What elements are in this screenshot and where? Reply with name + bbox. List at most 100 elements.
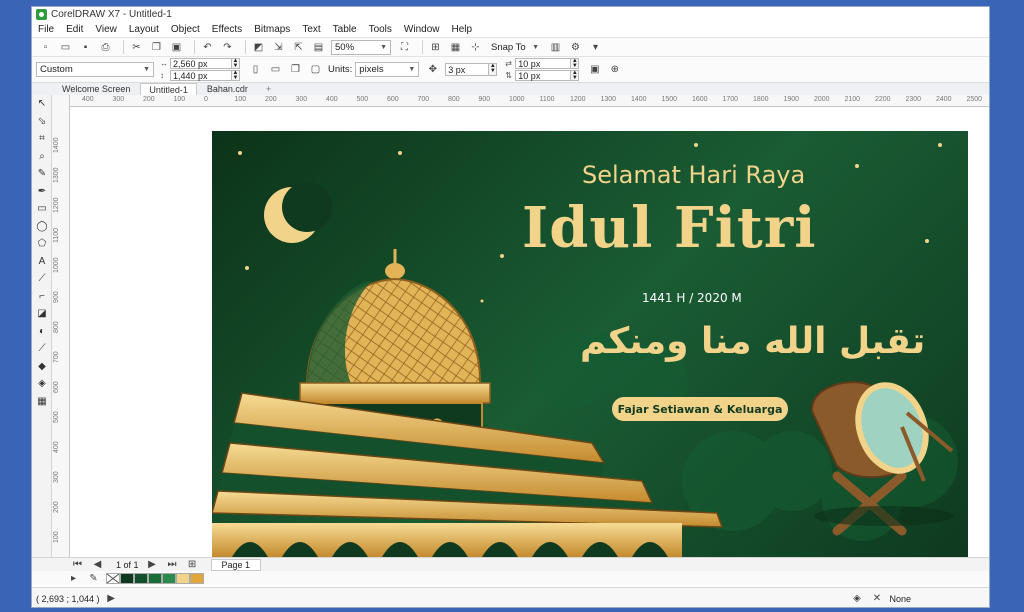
parallel-dimension-icon[interactable]: ⟋: [32, 270, 52, 288]
current-page-icon[interactable]: ▢: [308, 62, 323, 77]
toolbar-divider: [422, 40, 423, 54]
drop-shadow-icon[interactable]: ◪: [32, 305, 52, 323]
swatch-gold[interactable]: [190, 572, 204, 584]
add-icon[interactable]: ⊕: [607, 62, 622, 77]
full-screen-icon[interactable]: ⛶: [397, 40, 412, 55]
portrait-icon[interactable]: ▯: [248, 62, 263, 77]
tab-bahan-cdr[interactable]: Bahan.cdr: [199, 83, 256, 95]
vertical-ruler[interactable]: 1400 1300 1200 1100 1000 900 800 700 600 500 400 30…: [52, 95, 70, 557]
ruler-tick-label: 1800: [753, 96, 769, 103]
swatch-green[interactable]: [148, 572, 162, 584]
width-spinner[interactable]: ▲ ▼: [232, 58, 240, 69]
palette-menu-icon[interactable]: ▸: [66, 571, 81, 586]
text-tool-icon[interactable]: A: [32, 253, 52, 271]
tab-untitled-1[interactable]: Untitled-1: [140, 83, 197, 95]
swatch-cream[interactable]: [176, 572, 190, 584]
undo-icon[interactable]: ↶: [200, 40, 215, 55]
rulers-icon[interactable]: ⊞: [428, 40, 443, 55]
application-launcher-icon[interactable]: ▾: [588, 40, 603, 55]
options-icon[interactable]: ⚙: [568, 40, 583, 55]
eyedropper-icon[interactable]: ✎: [86, 571, 101, 586]
menu-window[interactable]: Window: [404, 24, 440, 35]
menu-file[interactable]: File: [38, 24, 54, 35]
eyedropper-icon[interactable]: ⟋: [32, 340, 52, 358]
rectangle-tool-icon[interactable]: ▭: [32, 200, 52, 218]
page-width-field[interactable]: 2,560 px: [170, 58, 232, 69]
menu-tools[interactable]: Tools: [369, 24, 392, 35]
interactive-fill-icon[interactable]: ◆: [32, 358, 52, 376]
open-icon[interactable]: ▭: [58, 40, 73, 55]
page-tab[interactable]: Page 1: [210, 558, 262, 571]
welcome-screen-icon[interactable]: ▥: [548, 40, 563, 55]
height-spinner[interactable]: ▲ ▼: [232, 70, 240, 81]
artboard-page[interactable]: Selamat Hari Raya Idul Fitri 1441 H / 20…: [212, 131, 968, 557]
connector-tool-icon[interactable]: ⌐: [32, 288, 52, 306]
cut-icon[interactable]: ✂: [129, 40, 144, 55]
tab-welcome-screen[interactable]: Welcome Screen: [54, 83, 138, 95]
shape-tool-icon[interactable]: ⬂: [32, 113, 52, 131]
page-last-icon[interactable]: ⏭: [165, 557, 180, 572]
drawing-canvas[interactable]: Selamat Hari Raya Idul Fitri 1441 H / 20…: [70, 107, 989, 557]
menu-edit[interactable]: Edit: [66, 24, 83, 35]
menu-effects[interactable]: Effects: [212, 24, 242, 35]
nudge-spinner[interactable]: ▲ ▼: [489, 63, 498, 76]
landscape-icon[interactable]: ▭: [268, 62, 283, 77]
smart-fill-icon[interactable]: ◈: [32, 375, 52, 393]
nudge-distance-field[interactable]: 3 px: [445, 63, 490, 76]
transparency-tool-icon[interactable]: ◐: [32, 323, 52, 341]
swatch-light-green[interactable]: [162, 572, 176, 584]
artistic-media-icon[interactable]: ✒: [32, 183, 52, 201]
ruler-tick-label: 1400: [53, 137, 60, 153]
duplicate-x-spinner[interactable]: ▲ ▼: [571, 58, 580, 69]
grid-icon[interactable]: ▦: [448, 40, 463, 55]
crop-tool-icon[interactable]: ⌗: [32, 130, 52, 148]
toolbox: ↖ ⬂ ⌗ ⌕ ✎ ✒ ▭ ◯ ⬠ A ⟋ ⌐ ◪ ◐ ⟋ ◆ ◈ ▦: [32, 95, 52, 557]
swatch-forest-green[interactable]: [134, 572, 148, 584]
page-height-field[interactable]: 1,440 px: [170, 70, 232, 81]
duplicate-y-spinner[interactable]: ▲ ▼: [571, 70, 580, 81]
import-icon[interactable]: ⇲: [271, 40, 286, 55]
menu-view[interactable]: View: [95, 24, 117, 35]
zoom-tool-icon[interactable]: ⌕: [32, 148, 52, 166]
zoom-select[interactable]: 50% ▼: [331, 39, 391, 55]
horizontal-ruler[interactable]: 400 300 200 100 0 100 200 300 400 500 600 700 800 900…: [70, 95, 989, 107]
duplicate-y-field[interactable]: 10 px: [515, 70, 572, 81]
copy-icon[interactable]: ❐: [149, 40, 164, 55]
coreldraw-window: CorelDRAW X7 - Untitled-1 File Edit View…: [31, 6, 990, 608]
ruler-tick-label: 300: [53, 471, 60, 483]
add-page-icon[interactable]: ⊞: [185, 557, 200, 572]
redo-icon[interactable]: ↷: [220, 40, 235, 55]
search-content-icon[interactable]: ◩: [251, 40, 266, 55]
mesh-fill-icon[interactable]: ▦: [32, 393, 52, 411]
polygon-tool-icon[interactable]: ⬠: [32, 235, 52, 253]
menu-help[interactable]: Help: [452, 24, 473, 35]
menu-text[interactable]: Text: [302, 24, 320, 35]
no-color-swatch[interactable]: [106, 572, 120, 584]
export-icon[interactable]: ⇱: [291, 40, 306, 55]
new-document-icon[interactable]: ▫: [38, 40, 53, 55]
menu-bitmaps[interactable]: Bitmaps: [254, 24, 290, 35]
print-icon[interactable]: ⎙: [98, 40, 113, 55]
page-options-icon[interactable]: ▣: [587, 62, 602, 77]
menu-object[interactable]: Object: [171, 24, 200, 35]
ellipse-tool-icon[interactable]: ◯: [32, 218, 52, 236]
ruler-tick-label: 700: [417, 96, 430, 103]
play-icon[interactable]: ▶: [104, 591, 119, 606]
swatch-dark-green[interactable]: [120, 572, 134, 584]
ruler-tick-label: 1100: [539, 96, 555, 103]
freehand-tool-icon[interactable]: ✎: [32, 165, 52, 183]
pick-tool-icon[interactable]: ↖: [32, 95, 52, 113]
duplicate-x-field[interactable]: 10 px: [515, 58, 572, 69]
publish-pdf-icon[interactable]: ▤: [311, 40, 326, 55]
menu-layout[interactable]: Layout: [129, 24, 159, 35]
save-icon[interactable]: ▪: [78, 40, 93, 55]
paste-icon[interactable]: ▣: [169, 40, 184, 55]
menu-table[interactable]: Table: [333, 24, 357, 35]
page-preset-select[interactable]: Custom ▼: [36, 62, 154, 77]
units-select[interactable]: pixels ▼: [355, 62, 420, 77]
all-pages-icon[interactable]: ❐: [288, 62, 303, 77]
new-tab-icon[interactable]: +: [258, 83, 279, 95]
guidelines-icon[interactable]: ⊹: [468, 40, 483, 55]
page-next-icon[interactable]: ▶: [145, 557, 160, 572]
snap-to-menu[interactable]: Snap To ▼: [488, 40, 542, 55]
